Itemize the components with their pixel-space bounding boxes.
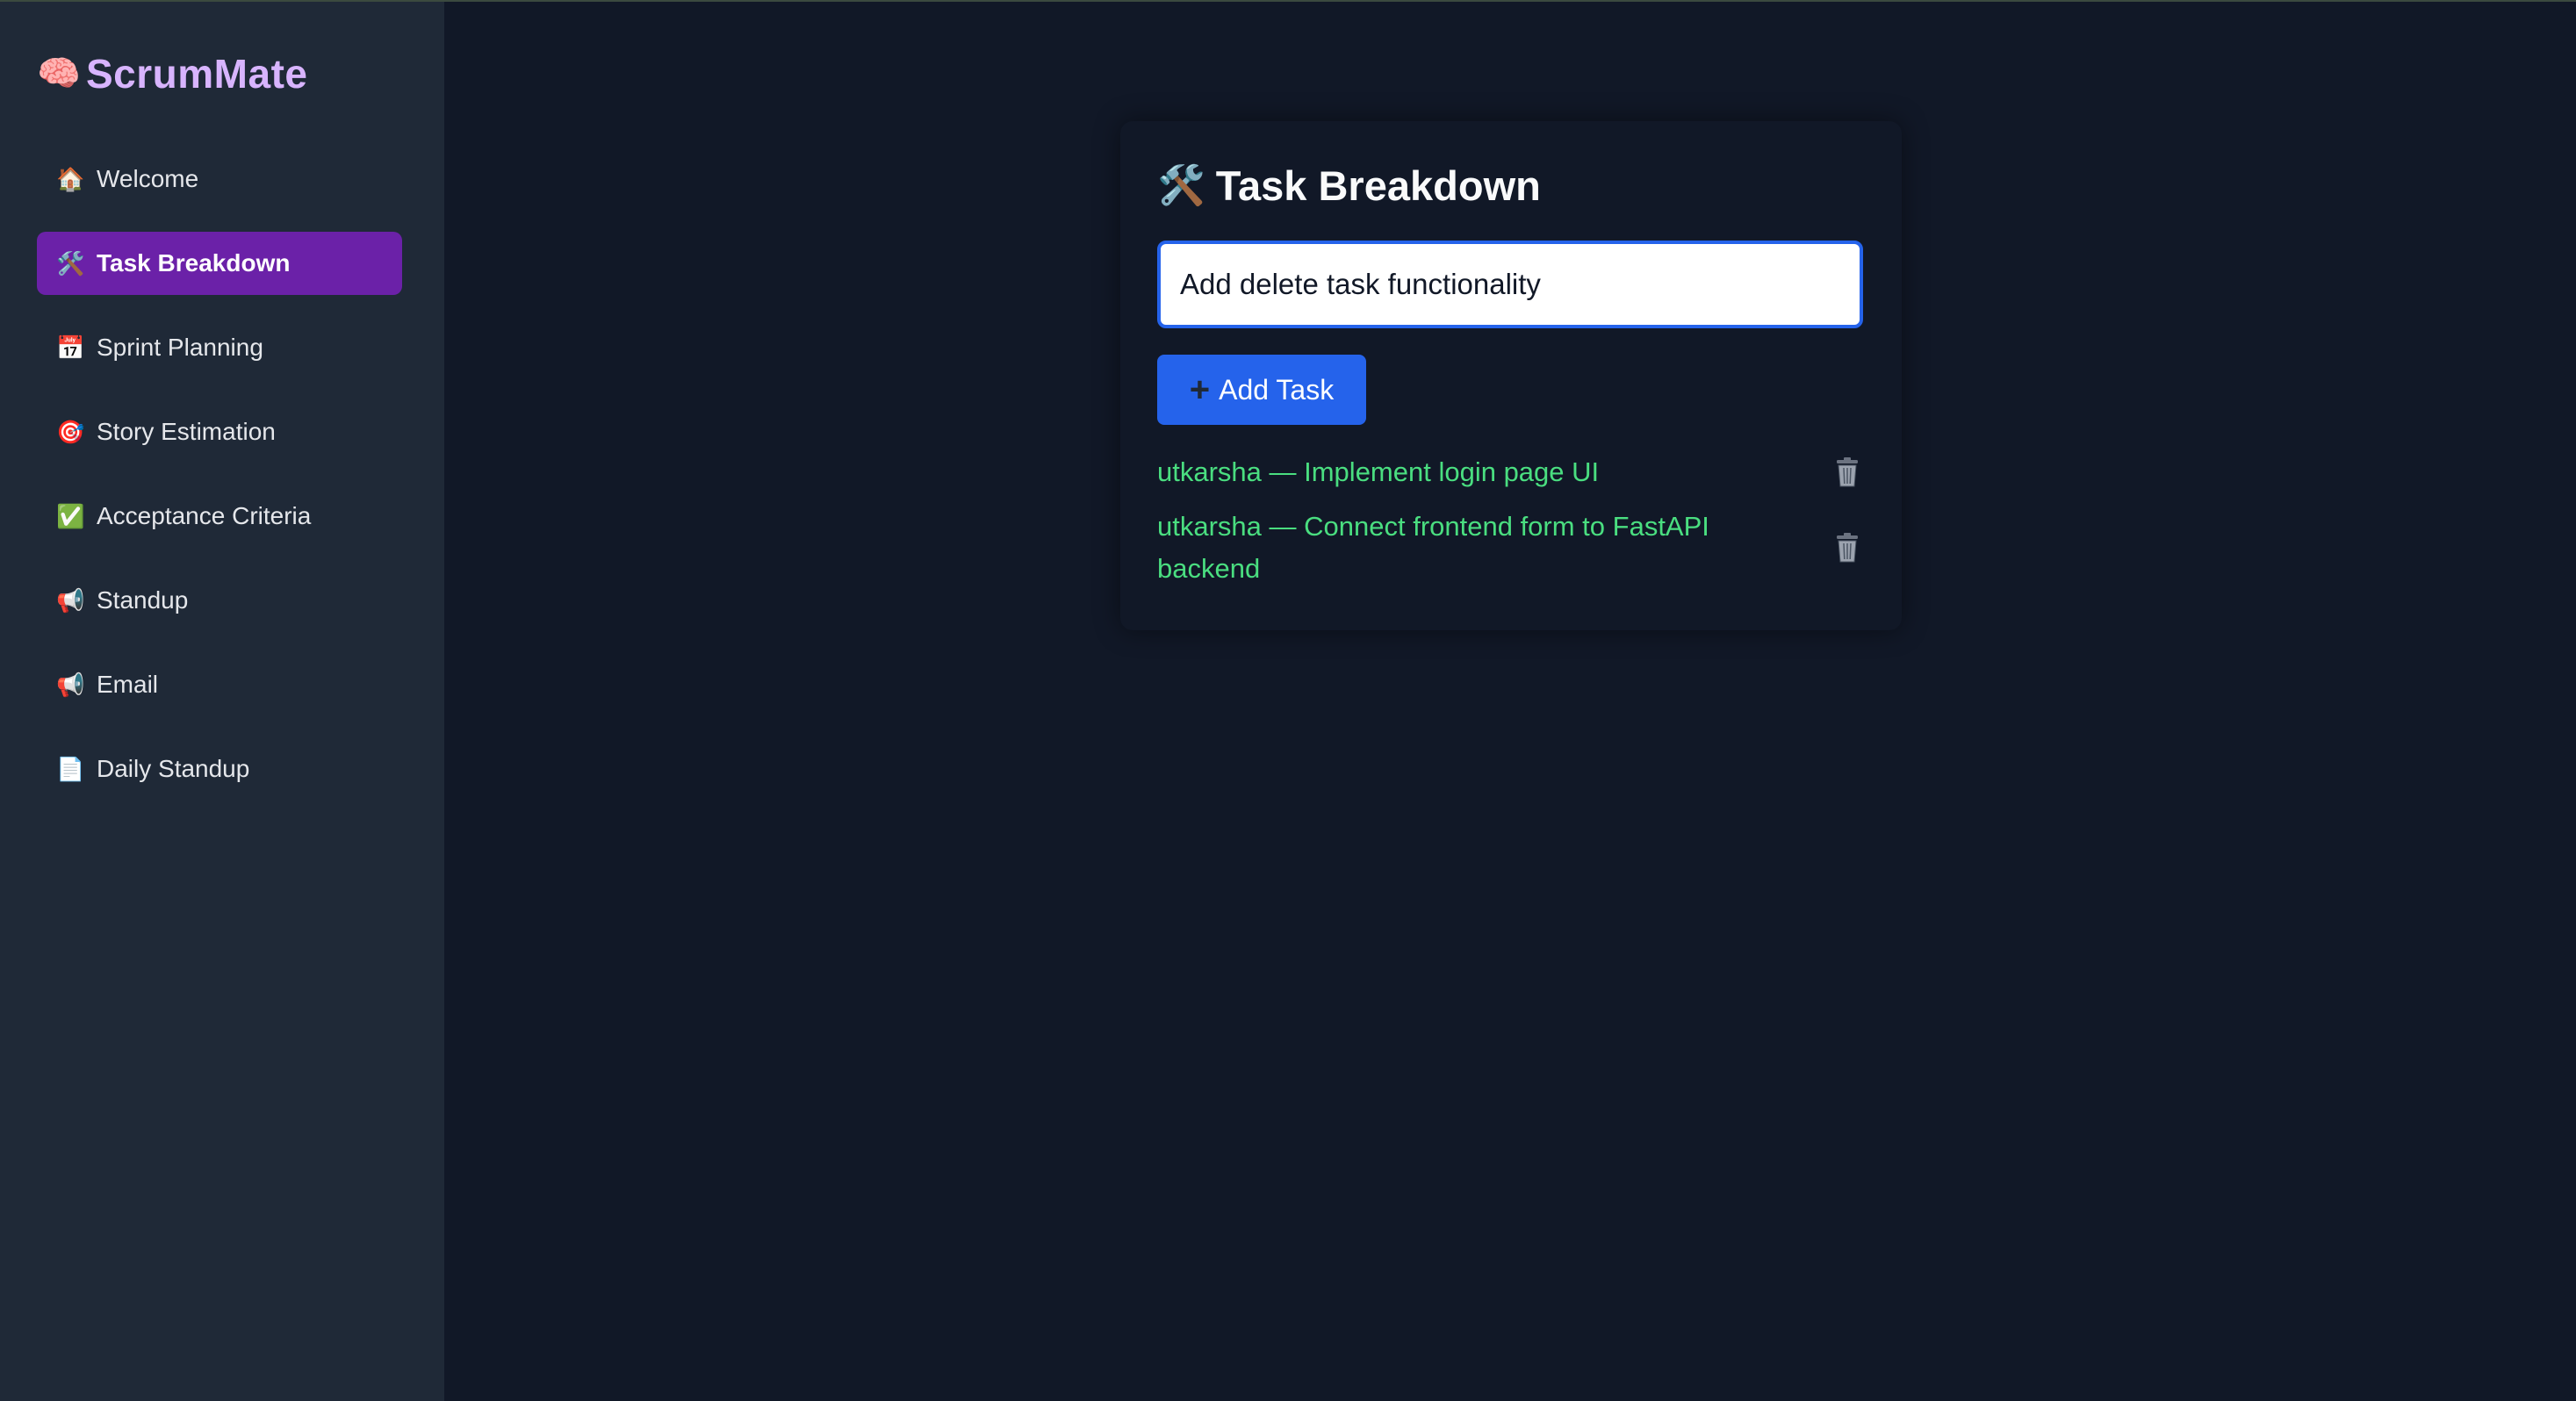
sidebar-item-label: Task Breakdown bbox=[97, 249, 291, 277]
sidebar-item-label: Welcome bbox=[97, 165, 199, 192]
task-input[interactable] bbox=[1157, 241, 1863, 328]
page-title: 🛠️ Task Breakdown bbox=[1157, 162, 1541, 210]
sidebar-item-sprint-planning[interactable]: 📅 Sprint Planning bbox=[37, 316, 402, 379]
sidebar-item-label: Standup bbox=[97, 586, 189, 614]
house-icon: 🏠 bbox=[56, 166, 85, 192]
add-task-button-label: Add Task bbox=[1219, 373, 1335, 406]
megaphone-icon: 📢 bbox=[56, 587, 85, 614]
target-icon: 🎯 bbox=[56, 419, 85, 445]
sidebar-item-standup[interactable]: 📢 Standup bbox=[37, 569, 402, 632]
sidebar-item-task-breakdown[interactable]: 🛠️ Task Breakdown bbox=[37, 232, 402, 295]
calendar-icon: 📅 bbox=[56, 334, 85, 361]
trash-icon[interactable] bbox=[1831, 455, 1863, 490]
megaphone-icon: 📢 bbox=[56, 672, 85, 698]
check-mark-icon: ✅ bbox=[56, 503, 85, 529]
sidebar-item-label: Sprint Planning bbox=[97, 334, 263, 361]
sidebar-item-label: Story Estimation bbox=[97, 418, 276, 445]
document-icon: 📄 bbox=[56, 756, 85, 782]
main-content: 🛠️ Task Breakdown + Add Task utkarsha — … bbox=[444, 2, 2576, 1401]
sidebar-item-daily-standup[interactable]: 📄 Daily Standup bbox=[37, 737, 402, 801]
sidebar-item-acceptance-criteria[interactable]: ✅ Acceptance Criteria bbox=[37, 485, 402, 548]
brand: 🧠 ScrumMate bbox=[37, 49, 407, 98]
app-name: ScrumMate bbox=[86, 51, 308, 97]
sidebar-item-story-estimation[interactable]: 🎯 Story Estimation bbox=[37, 400, 402, 463]
sidebar: 🧠 ScrumMate 🏠 Welcome 🛠️ Task Breakdown … bbox=[0, 2, 444, 1401]
tools-icon: 🛠️ bbox=[56, 250, 85, 277]
page-title-text: Task Breakdown bbox=[1215, 162, 1541, 209]
brain-icon: 🧠 bbox=[37, 54, 81, 93]
task-list: utkarsha — Implement login page UI utkar… bbox=[1157, 451, 1863, 602]
task-text: utkarsha — Connect frontend form to Fast… bbox=[1157, 511, 1709, 584]
sidebar-item-label: Email bbox=[97, 671, 159, 698]
sidebar-nav: 🏠 Welcome 🛠️ Task Breakdown 📅 Sprint Pla… bbox=[37, 147, 407, 801]
sidebar-item-label: Daily Standup bbox=[97, 755, 250, 782]
task-breakdown-card: 🛠️ Task Breakdown + Add Task utkarsha — … bbox=[1120, 121, 1902, 630]
add-task-button[interactable]: + Add Task bbox=[1157, 355, 1366, 425]
sidebar-item-label: Acceptance Criteria bbox=[97, 502, 312, 529]
task-item: utkarsha — Connect frontend form to Fast… bbox=[1157, 506, 1863, 590]
sidebar-item-welcome[interactable]: 🏠 Welcome bbox=[37, 147, 402, 211]
task-text: utkarsha — Implement login page UI bbox=[1157, 456, 1600, 487]
tools-icon: 🛠️ bbox=[1157, 163, 1205, 207]
trash-icon[interactable] bbox=[1831, 530, 1863, 565]
sidebar-item-email[interactable]: 📢 Email bbox=[37, 653, 402, 716]
app-shell: 🧠 ScrumMate 🏠 Welcome 🛠️ Task Breakdown … bbox=[0, 2, 2576, 1401]
plus-icon: + bbox=[1189, 370, 1211, 409]
task-item: utkarsha — Implement login page UI bbox=[1157, 451, 1863, 493]
